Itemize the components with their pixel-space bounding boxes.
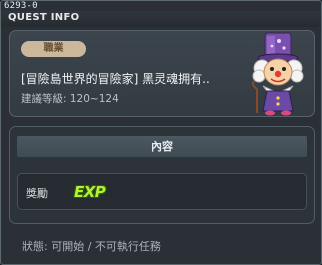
job-badge: 職業	[21, 41, 86, 57]
quest-content-panel: 內容 獎勵 EXP	[9, 126, 315, 224]
quest-name: [冒險島世界的冒險家] 黑灵魂拥有..	[21, 72, 210, 86]
quest-summary-panel: 職業 [冒險島世界的冒險家] 黑灵魂拥有.. 建議等級: 120~124	[9, 30, 315, 117]
quest-id: 6293-0	[4, 1, 38, 11]
quest-info-window: 6293-0 QUEST INFO 職業 [冒險島世界的冒險家] 黑灵魂拥有..…	[0, 0, 322, 265]
exp-reward-icon[interactable]: EXP	[74, 183, 106, 201]
window-title: QUEST INFO	[8, 12, 80, 23]
quest-status: 狀態: 可開始 / 不可執行任務	[22, 240, 161, 253]
clown-npc-portrait	[252, 32, 304, 116]
recommended-level: 建議等級: 120~124	[21, 93, 119, 105]
content-header: 內容	[17, 136, 307, 157]
reward-label: 獎勵	[26, 187, 48, 200]
reward-box: 獎勵 EXP	[17, 173, 307, 210]
title-bar[interactable]: QUEST INFO	[1, 11, 321, 27]
